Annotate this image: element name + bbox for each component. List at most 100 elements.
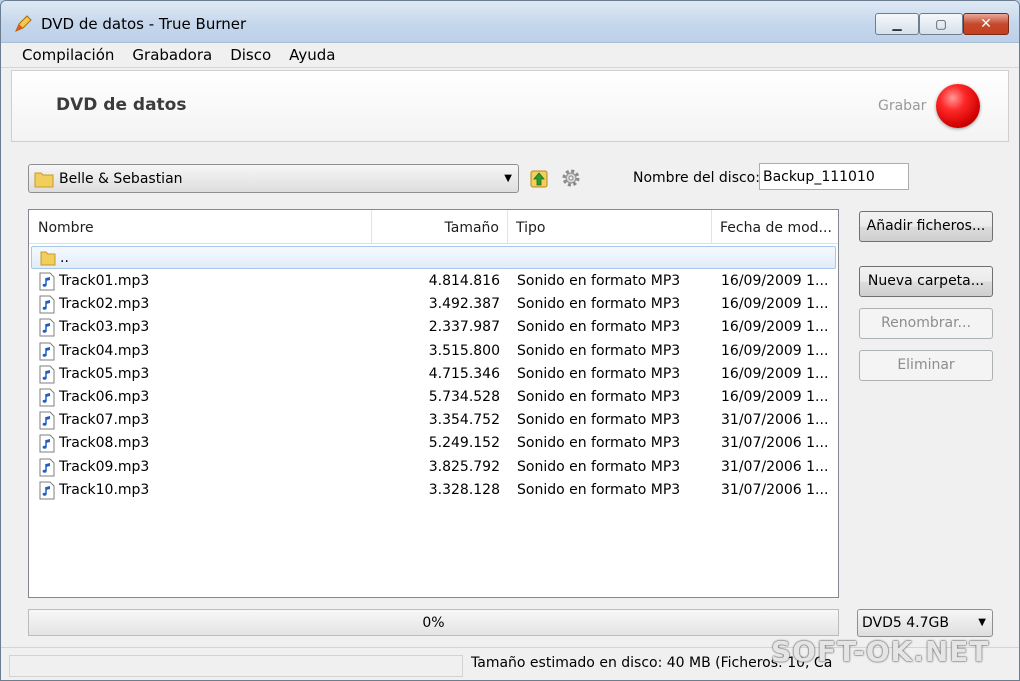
table-row[interactable]: Track03.mp3 2.337.987 Sonido en formato MP… (31, 316, 836, 339)
audio-file-icon (39, 458, 55, 477)
audio-file-icon (39, 272, 55, 291)
folder-icon (40, 251, 56, 266)
maximize-icon: ▢ (935, 17, 947, 31)
table-row[interactable]: Track04.mp3 3.515.800 Sonido en formato MP… (31, 340, 836, 363)
file-size: 4.715.346 (428, 365, 500, 382)
audio-file-icon (39, 365, 55, 384)
folder-up-icon[interactable] (528, 167, 550, 189)
file-list[interactable]: Nombre Tamaño Tipo Fecha de mod... .. Tr… (28, 209, 839, 598)
file-type: Sonido en formato MP3 (517, 319, 681, 336)
file-type: Sonido en formato MP3 (517, 273, 681, 289)
minimize-icon: ▁ (892, 17, 902, 31)
audio-file-icon (39, 342, 55, 361)
file-size: 3.492.387 (428, 296, 500, 313)
file-size: 5.734.528 (428, 389, 500, 405)
file-type: Sonido en formato MP3 (517, 342, 681, 359)
progress-bar: 0% (28, 609, 839, 636)
file-name: Track03.mp3 (59, 319, 150, 336)
file-name: Track02.mp3 (59, 296, 150, 313)
file-name: .. (60, 250, 69, 266)
file-name: Track01.mp3 (59, 273, 150, 289)
folder-select-value: Belle & Sebastian (59, 171, 183, 187)
file-date: 31/07/2006 1... (721, 458, 829, 475)
file-size: 3.825.792 (428, 458, 500, 475)
file-type: Sonido en formato MP3 (517, 412, 681, 429)
menu-grabadora[interactable]: Grabadora (123, 46, 221, 64)
folder-icon (34, 172, 54, 188)
table-row[interactable]: Track09.mp3 3.825.792 Sonido en formato MP… (31, 456, 836, 479)
file-size: 2.337.987 (428, 319, 500, 336)
file-type: Sonido en formato MP3 (517, 458, 681, 475)
gear-icon[interactable] (560, 167, 582, 189)
rename-button[interactable]: Renombrar... (859, 308, 993, 339)
status-panel (9, 655, 463, 677)
app-window: DVD de datos - True Burner ▁ ▢ ✕ Compila… (0, 0, 1020, 681)
file-date: 16/09/2009 1... (721, 319, 829, 336)
file-date: 31/07/2006 1... (721, 435, 829, 452)
file-size: 5.249.152 (428, 435, 500, 452)
window-title: DVD de datos - True Burner (41, 15, 247, 33)
file-type: Sonido en formato MP3 (517, 296, 681, 313)
page-title: DVD de datos (56, 95, 187, 115)
close-button[interactable]: ✕ (963, 13, 1009, 35)
disc-type-select[interactable]: DVD5 4.7GB ▼ (857, 609, 993, 637)
file-name: Track09.mp3 (59, 458, 150, 475)
watermark: SOFT-OK.NET (771, 635, 990, 668)
file-date: 16/09/2009 1... (721, 342, 829, 359)
file-date: 16/09/2009 1... (721, 389, 829, 405)
burner-pencil-icon (15, 15, 32, 32)
maximize-button[interactable]: ▢ (919, 13, 963, 35)
column-header-type[interactable]: Tipo (508, 210, 712, 244)
file-name: Track07.mp3 (59, 412, 150, 429)
disc-type-value: DVD5 4.7GB (862, 615, 949, 631)
file-type: Sonido en formato MP3 (517, 389, 681, 405)
file-date: 31/07/2006 1... (721, 481, 829, 498)
burn-button[interactable] (936, 84, 980, 128)
burn-label[interactable]: Grabar (878, 98, 926, 114)
parent-folder-row[interactable]: .. (31, 246, 836, 269)
table-row[interactable]: Track05.mp3 4.715.346 Sonido en formato MP… (31, 363, 836, 386)
audio-file-icon (39, 481, 55, 500)
folder-select[interactable]: Belle & Sebastian ▼ (28, 164, 519, 193)
file-date: 16/09/2009 1... (721, 273, 829, 289)
menu-bar: Compilación Grabadora Disco Ayuda (1, 43, 1019, 68)
close-icon: ✕ (980, 16, 992, 32)
file-size: 3.354.752 (428, 412, 500, 429)
file-type: Sonido en formato MP3 (517, 365, 681, 382)
audio-file-icon (39, 434, 55, 453)
table-row[interactable]: Track07.mp3 3.354.752 Sonido en formato MP… (31, 409, 836, 432)
menu-disco[interactable]: Disco (221, 46, 280, 64)
table-row[interactable]: Track08.mp3 5.249.152 Sonido en formato MP… (31, 432, 836, 455)
header-panel: DVD de datos Grabar (11, 70, 1009, 142)
add-files-button[interactable]: Añadir ficheros... (859, 211, 993, 242)
file-name: Track06.mp3 (59, 389, 150, 405)
column-header-size[interactable]: Tamaño (372, 210, 508, 244)
file-size: 4.814.816 (428, 273, 500, 289)
disc-name-label: Nombre del disco: (633, 170, 760, 186)
file-size: 3.328.128 (428, 481, 500, 498)
new-folder-button[interactable]: Nueva carpeta... (859, 266, 993, 297)
delete-button[interactable]: Eliminar (859, 350, 993, 381)
disc-name-input[interactable] (759, 163, 909, 190)
file-type: Sonido en formato MP3 (517, 435, 681, 452)
file-date: 16/09/2009 1... (721, 296, 829, 313)
audio-file-icon (39, 411, 55, 430)
file-name: Track04.mp3 (59, 342, 150, 359)
audio-file-icon (39, 318, 55, 337)
file-size: 3.515.800 (428, 342, 500, 359)
table-row[interactable]: Track01.mp3 4.814.816 Sonido en formato MP… (31, 270, 836, 293)
minimize-button[interactable]: ▁ (875, 13, 919, 35)
chevron-down-icon: ▼ (978, 617, 986, 628)
column-header-date[interactable]: Fecha de mod... (712, 210, 839, 244)
file-date: 31/07/2006 1... (721, 412, 829, 429)
progress-text: 0% (422, 615, 445, 631)
table-row[interactable]: Track06.mp3 5.734.528 Sonido en formato MP… (31, 386, 836, 409)
table-row[interactable]: Track02.mp3 3.492.387 Sonido en formato MP… (31, 293, 836, 316)
title-bar: DVD de datos - True Burner ▁ ▢ ✕ (1, 1, 1019, 43)
file-type: Sonido en formato MP3 (517, 481, 681, 498)
table-row[interactable]: Track10.mp3 3.328.128 Sonido en formato MP… (31, 479, 836, 502)
menu-compilacion[interactable]: Compilación (13, 46, 123, 64)
file-list-header: Nombre Tamaño Tipo Fecha de mod... (29, 210, 838, 244)
column-header-name[interactable]: Nombre (29, 210, 372, 244)
menu-ayuda[interactable]: Ayuda (280, 46, 344, 64)
